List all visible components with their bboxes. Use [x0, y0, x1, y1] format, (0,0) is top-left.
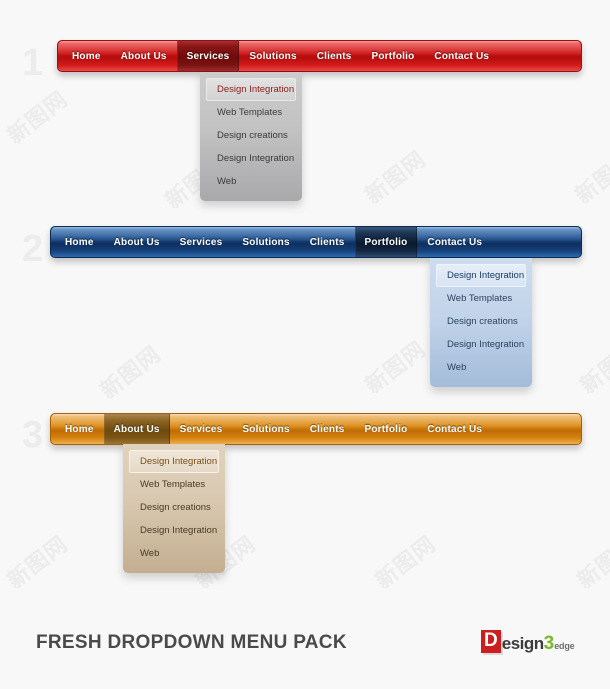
page-title: FRESH DROPDOWN MENU PACK — [36, 632, 347, 653]
watermark: 新图网 — [96, 341, 166, 405]
menu-item-home[interactable]: Home — [62, 41, 111, 71]
menu-item-clients[interactable]: Clients — [300, 414, 355, 444]
menu-item-services[interactable]: Services — [170, 414, 233, 444]
menu-item-solutions[interactable]: Solutions — [239, 41, 306, 71]
dropdown-item-design-integration-2[interactable]: Design Integration — [436, 333, 526, 356]
menu-item-clients[interactable]: Clients — [300, 227, 355, 257]
dropdown-menu-orange[interactable]: Design Integration Web Templates Design … — [123, 444, 225, 573]
menu-item-clients[interactable]: Clients — [307, 41, 362, 71]
dropdown-item-web[interactable]: Web — [436, 356, 526, 379]
logo-text-esign: esign — [501, 634, 544, 653]
menu-item-solutions[interactable]: Solutions — [232, 227, 299, 257]
menu-item-about-us[interactable]: About Us — [103, 414, 170, 444]
dropdown-menu-red[interactable]: Design Integration Web Templates Design … — [200, 72, 302, 201]
logo-letter-d: D — [481, 630, 501, 653]
watermark: 新图网 — [361, 336, 431, 400]
watermark: 新图网 — [573, 531, 610, 595]
watermark: 新图网 — [3, 86, 73, 150]
dropdown-item-web[interactable]: Web — [129, 542, 219, 565]
menu-index-1: 1 — [22, 42, 44, 84]
design3edge-logo: D esign 3 edge — [481, 627, 575, 654]
watermark: 新图网 — [571, 146, 610, 210]
menu-item-contact-us[interactable]: Contact Us — [417, 414, 492, 444]
menu-bar-red[interactable]: Home About Us Services Solutions Clients… — [57, 40, 582, 72]
menu-item-contact-us[interactable]: Contact Us — [424, 41, 499, 71]
watermark: 新图网 — [576, 336, 610, 400]
dropdown-item-design-creations[interactable]: Design creations — [436, 310, 526, 333]
watermark: 新图网 — [3, 531, 73, 595]
dropdown-item-design-integration-2[interactable]: Design Integration — [129, 519, 219, 542]
menu-bar-items: Home About Us Services Solutions Clients… — [51, 414, 581, 444]
menu-bar-items: Home About Us Services Solutions Clients… — [51, 227, 581, 257]
menu-bar-orange[interactable]: Home About Us Services Solutions Clients… — [50, 413, 582, 445]
page-canvas: 新图网 新图网 新图网 新图网 新图网 新图网 新图网 新图网 新图网 新图网 … — [0, 0, 610, 689]
dropdown-item-web-templates[interactable]: Web Templates — [129, 473, 219, 496]
menu-item-about-us[interactable]: About Us — [111, 41, 177, 71]
menu-item-home[interactable]: Home — [55, 227, 104, 257]
menu-item-home[interactable]: Home — [55, 414, 104, 444]
logo-text-edge: edge — [554, 641, 575, 651]
menu-item-portfolio[interactable]: Portfolio — [362, 41, 425, 71]
dropdown-item-design-integration[interactable]: Design Integration — [129, 450, 219, 473]
menu-item-solutions[interactable]: Solutions — [232, 414, 299, 444]
menu-item-about-us[interactable]: About Us — [104, 227, 170, 257]
dropdown-item-design-integration[interactable]: Design Integration — [206, 78, 296, 101]
dropdown-item-design-creations[interactable]: Design creations — [129, 496, 219, 519]
menu-index-2: 2 — [22, 228, 44, 270]
menu-item-services[interactable]: Services — [170, 227, 233, 257]
menu-bar-blue[interactable]: Home About Us Services Solutions Clients… — [50, 226, 582, 258]
menu-item-services[interactable]: Services — [176, 41, 240, 71]
dropdown-item-design-integration-2[interactable]: Design Integration — [206, 147, 296, 170]
menu-item-portfolio[interactable]: Portfolio — [355, 414, 418, 444]
watermark: 新图网 — [371, 531, 441, 595]
logo-numeral-three: 3 — [543, 633, 555, 654]
menu-item-portfolio[interactable]: Portfolio — [354, 227, 418, 257]
menu-bar-items: Home About Us Services Solutions Clients… — [58, 41, 581, 71]
dropdown-item-web-templates[interactable]: Web Templates — [206, 101, 296, 124]
dropdown-menu-blue[interactable]: Design Integration Web Templates Design … — [430, 258, 532, 387]
watermark: 新图网 — [361, 146, 431, 210]
menu-item-contact-us[interactable]: Contact Us — [417, 227, 492, 257]
dropdown-item-design-creations[interactable]: Design creations — [206, 124, 296, 147]
dropdown-item-web[interactable]: Web — [206, 170, 296, 193]
dropdown-item-web-templates[interactable]: Web Templates — [436, 287, 526, 310]
menu-index-3: 3 — [22, 414, 44, 456]
dropdown-item-design-integration[interactable]: Design Integration — [436, 264, 526, 287]
